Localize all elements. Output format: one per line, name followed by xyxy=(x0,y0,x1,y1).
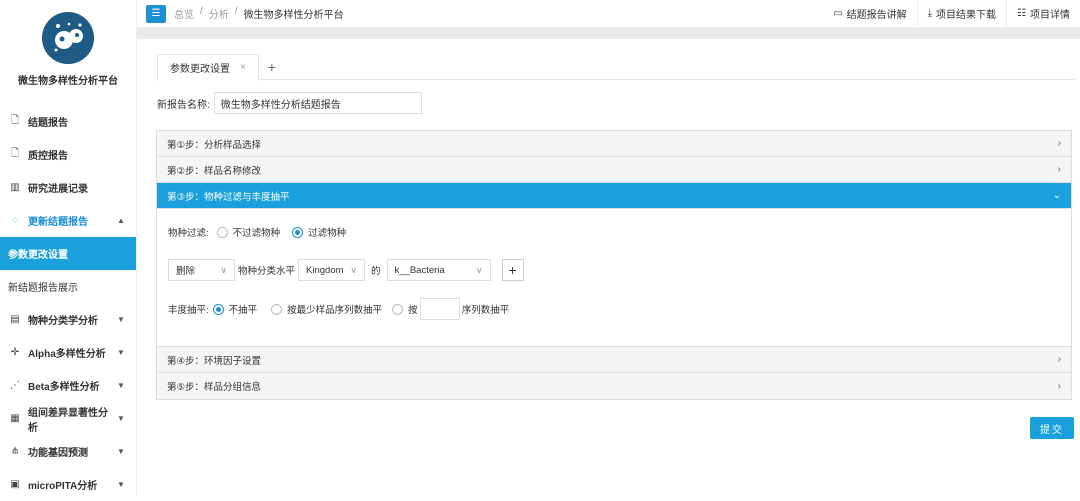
step-1-header[interactable]: 第①步：分析样品选择 › xyxy=(157,131,1071,157)
chevron-right-icon: › xyxy=(1057,164,1061,175)
sidebar-item-beta[interactable]: ⋰ Beta多样性分析 ▼ xyxy=(0,369,136,402)
custom-rarefy-prefix: 按 xyxy=(408,305,418,316)
chevron-right-icon: › xyxy=(1057,354,1061,365)
step-2-header[interactable]: 第②步：样品名称修改 › xyxy=(157,157,1071,183)
sidebar-item-qc-report[interactable]: 🗋 质控报告 xyxy=(0,138,136,171)
report-name-row: 新报告名称: xyxy=(157,92,422,114)
step-3-body: 物种过滤: 不过滤物种 过滤物种 删除 ∨ 物种分类水平 Kingdom ∨ 的 xyxy=(157,209,1071,347)
sidebar-item-final-report[interactable]: 🗋 结题报告 xyxy=(0,105,136,138)
video-icon: ▭ xyxy=(833,8,843,19)
filter-label: 过滤物种 xyxy=(308,228,347,239)
species-filter-label: 物种过滤: xyxy=(168,228,209,239)
breadcrumb-home[interactable]: 总览 xyxy=(174,6,194,21)
custom-rarefy-radio[interactable] xyxy=(392,303,404,315)
close-icon[interactable]: × xyxy=(240,62,246,73)
chevron-down-icon: ∨ xyxy=(475,264,483,275)
plus-icon: + xyxy=(508,262,517,278)
chevron-right-icon: › xyxy=(1057,138,1061,149)
chevron-down-icon: ▼ xyxy=(117,480,125,489)
steps-accordion: 第①步：分析样品选择 › 第②步：样品名称修改 › 第③步：物种过滤与丰度抽平 … xyxy=(156,130,1072,400)
report-name-input[interactable] xyxy=(213,92,422,114)
sidebar-item-param-settings[interactable]: 参数更改设置 xyxy=(0,237,136,270)
action-select[interactable]: 删除 ∨ xyxy=(168,259,235,281)
min-rarefy-label: 按最少样品序列数抽平 xyxy=(287,305,383,316)
breadcrumb-current: 微生物多样性分析平台 xyxy=(243,10,344,21)
chart-icon: ▥ xyxy=(10,182,20,193)
document-icon: 🗋 xyxy=(10,115,20,126)
crosshair-icon: ✛ xyxy=(10,347,20,358)
sidebar-item-alpha[interactable]: ✛ Alpha多样性分析 ▼ xyxy=(0,336,136,369)
report-explain-button[interactable]: ▭ 结题报告讲解 xyxy=(823,0,916,27)
breadcrumb: 总览 / 分析 / 微生物多样性分析平台 xyxy=(174,6,344,21)
chevron-down-icon: ▼ xyxy=(117,315,125,324)
chevron-down-icon: ▼ xyxy=(117,348,125,357)
sidebar-item-progress[interactable]: ▥ 研究进展记录 xyxy=(0,171,136,204)
download-results-button[interactable]: ⤓ 项目结果下载 xyxy=(916,0,1006,27)
custom-depth-input[interactable] xyxy=(419,298,460,320)
project-details-button[interactable]: ☷ 项目详情 xyxy=(1006,0,1080,27)
main-content: 参数更改设置 × + 新报告名称: 第①步：分析样品选择 › 第②步：样品名称修… xyxy=(137,39,1080,496)
submit-button[interactable]: 提交 xyxy=(1030,417,1074,439)
rarefaction-label: 丰度抽平: xyxy=(168,305,209,316)
top-actions: ▭ 结题报告讲解 ⤓ 项目结果下载 ☷ 项目详情 xyxy=(823,0,1080,27)
level-label: 物种分类水平 xyxy=(238,266,296,277)
sidebar-item-function[interactable]: ⋔ 功能基因预测 ▼ xyxy=(0,435,136,468)
sidebar-item-new-report[interactable]: 新结题报告展示 xyxy=(0,270,136,303)
list-icon: ▤ xyxy=(10,314,20,325)
rarefaction-row: 丰度抽平: 不抽平 按最少样品序列数抽平 按 序列数抽平 xyxy=(168,298,509,320)
no-filter-radio[interactable] xyxy=(216,226,228,238)
hamburger-icon: ☰ xyxy=(151,8,161,19)
tab-bar: 参数更改设置 × + xyxy=(157,54,1075,81)
sidebar: 微生物多样性分析平台 🗋 结题报告 🗋 质控报告 ▥ 研究进展记录 ◌ 更新结题… xyxy=(0,0,137,496)
add-tab-button[interactable]: + xyxy=(259,54,285,80)
app-name: 微生物多样性分析平台 xyxy=(18,76,118,87)
sidebar-item-micropita[interactable]: ▣ microPITA分析 ▼ xyxy=(0,468,136,501)
refresh-icon: ◌ xyxy=(12,215,18,226)
min-rarefy-radio[interactable] xyxy=(271,303,283,315)
list-icon: ☷ xyxy=(1017,8,1026,19)
no-rarefy-label: 不抽平 xyxy=(228,305,258,316)
of-label: 的 xyxy=(371,266,381,277)
tab-param-settings[interactable]: 参数更改设置 × xyxy=(157,54,259,81)
sidebar-item-update-report[interactable]: ◌ 更新结题报告 ▲ xyxy=(0,204,136,237)
custom-rarefy-suffix: 序列数抽平 xyxy=(461,305,510,316)
chevron-up-icon: ▲ xyxy=(117,216,125,225)
app-logo xyxy=(42,12,94,64)
scatter-icon: ⋰ xyxy=(10,380,20,391)
step-5-header[interactable]: 第⑤步：样品分组信息 › xyxy=(157,373,1071,399)
chevron-down-icon: ▼ xyxy=(117,381,125,390)
chevron-down-icon: ⌄ xyxy=(1052,190,1061,201)
header-divider xyxy=(137,27,1080,39)
filter-radio[interactable] xyxy=(292,226,304,238)
document-icon: 🗋 xyxy=(10,148,20,159)
chevron-down-icon: ▼ xyxy=(117,414,125,423)
chevron-down-icon: ▼ xyxy=(117,447,125,456)
step-3-header[interactable]: 第③步：物种过滤与丰度抽平 ⌄ xyxy=(157,183,1071,209)
top-bar: ☰ 总览 / 分析 / 微生物多样性分析平台 ▭ 结题报告讲解 ⤓ 项目结果下载… xyxy=(137,0,1080,27)
chevron-down-icon: ∨ xyxy=(350,264,358,275)
menu-toggle-button[interactable]: ☰ xyxy=(146,4,166,23)
species-filter-row: 物种过滤: 不过滤物种 过滤物种 xyxy=(168,225,346,239)
level-select[interactable]: Kingdom ∨ xyxy=(298,259,366,281)
sidebar-item-group-diff[interactable]: ▦ 组间差异显著性分析 ▼ xyxy=(0,402,136,435)
no-rarefy-radio[interactable] xyxy=(212,303,224,315)
filter-rule-row: 删除 ∨ 物种分类水平 Kingdom ∨ 的 k__Bacteria ∨ + xyxy=(168,259,524,281)
download-icon: ⤓ xyxy=(927,8,933,19)
no-filter-label: 不过滤物种 xyxy=(232,228,281,239)
taxon-select[interactable]: k__Bacteria ∨ xyxy=(386,259,491,281)
sidebar-item-taxonomy[interactable]: ▤ 物种分类学分析 ▼ xyxy=(0,303,136,336)
logo-area: 微生物多样性分析平台 xyxy=(0,0,136,105)
breadcrumb-analysis[interactable]: 分析 xyxy=(209,6,229,21)
panel-icon: ▣ xyxy=(10,479,20,490)
chevron-right-icon: › xyxy=(1057,380,1061,392)
hierarchy-icon: ⋔ xyxy=(10,446,20,457)
add-rule-button[interactable]: + xyxy=(501,259,524,281)
chevron-down-icon: ∨ xyxy=(220,264,227,275)
step-4-header[interactable]: 第④步：环境因子设置 › xyxy=(157,347,1071,373)
report-name-label: 新报告名称: xyxy=(157,99,210,111)
plus-icon: + xyxy=(267,59,276,75)
grid-icon: ▦ xyxy=(10,413,20,424)
